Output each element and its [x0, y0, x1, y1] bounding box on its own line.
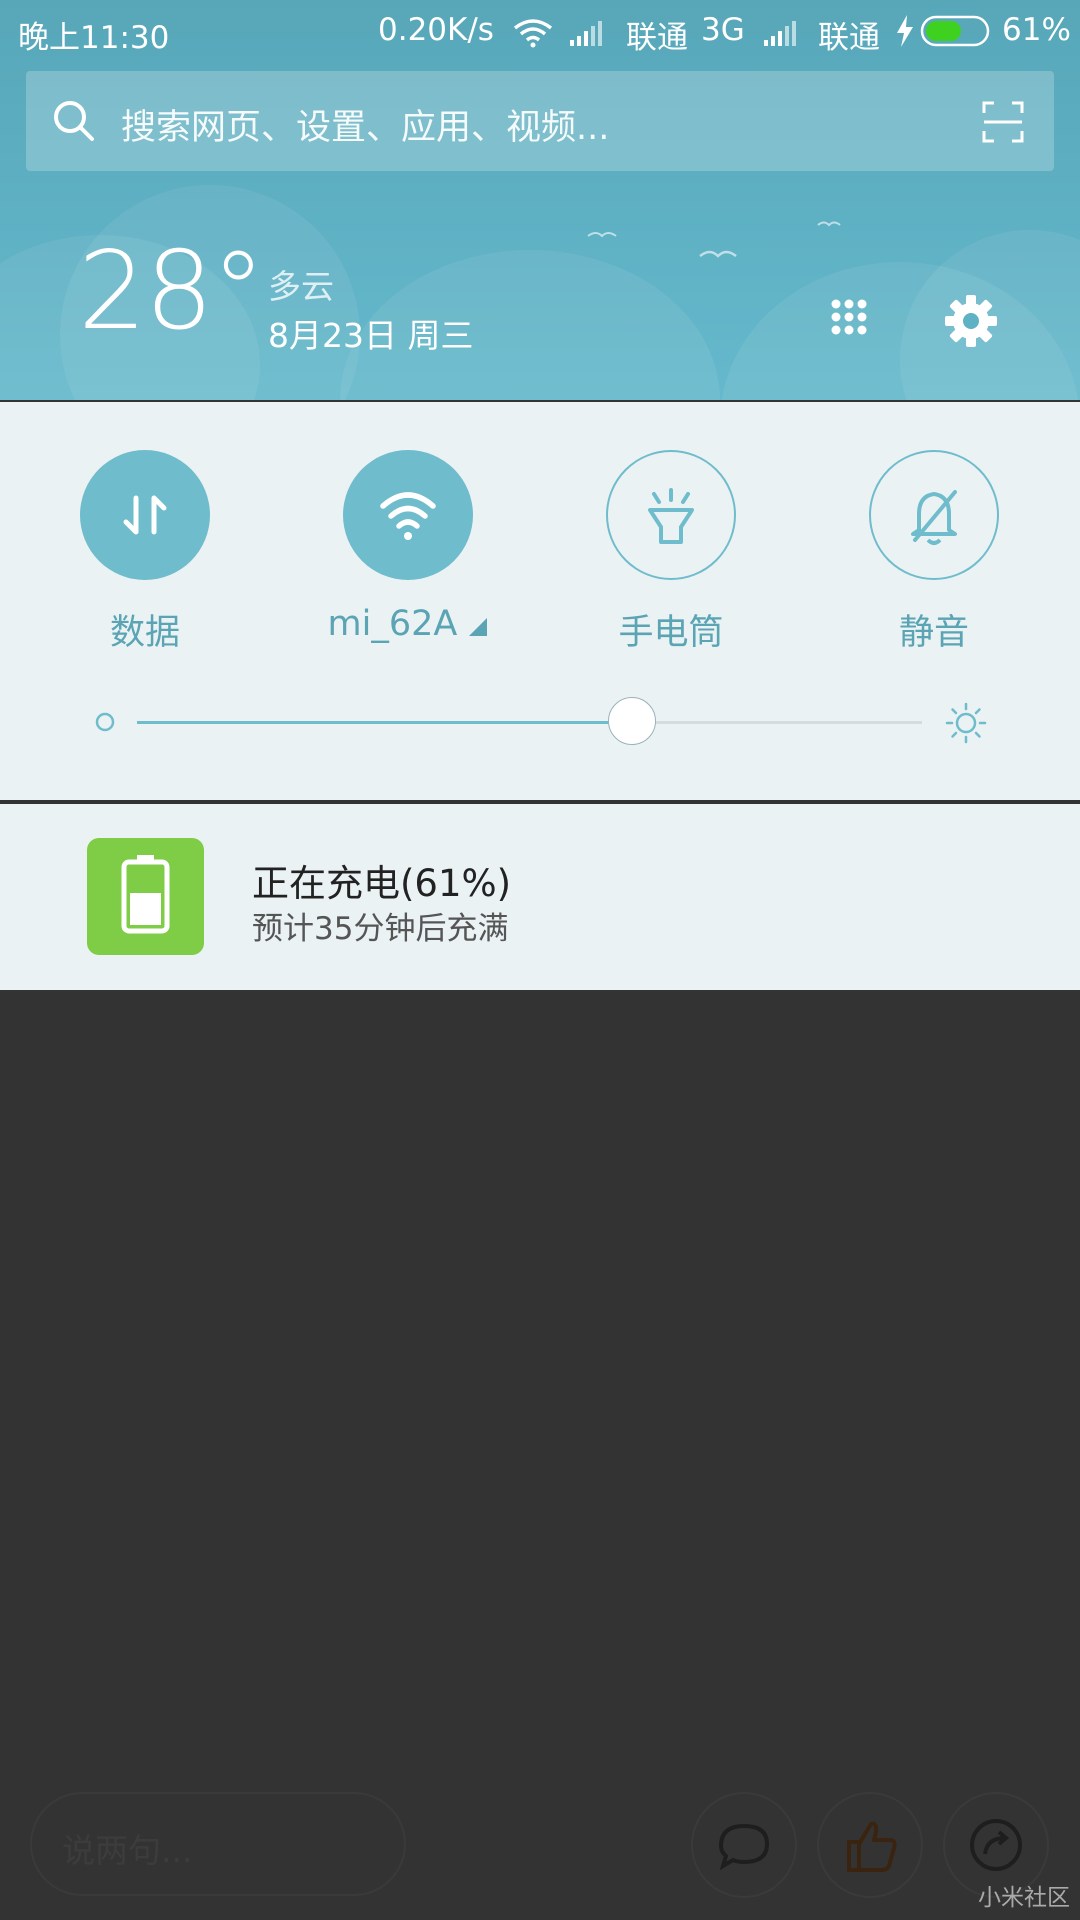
apps-grid-icon[interactable] [830, 298, 878, 346]
brightness-slider-thumb[interactable] [607, 697, 656, 745]
header-weather-area: 晚上11:30 0.20K/s 联通 3G 联通 61% 搜索网页、设置、应用、… [0, 0, 1080, 400]
weather-temperature[interactable]: 28° [78, 238, 265, 346]
wifi-network-name: mi_62A [327, 604, 458, 644]
status-carrier1-type: 3G [701, 12, 745, 48]
brightness-slider[interactable] [137, 721, 922, 724]
toggle-label-data: 数据 [109, 613, 180, 653]
comment-input[interactable]: 说两句... [30, 1792, 406, 1896]
watermark: 小米社区 [978, 1885, 1070, 1911]
search-bar[interactable]: 搜索网页、设置、应用、视频... [26, 71, 1054, 171]
speech-bubble-icon [718, 1823, 770, 1871]
brightness-slider-fill [137, 721, 632, 724]
like-button[interactable] [817, 1792, 923, 1898]
signal-icon [764, 21, 796, 46]
toggle-mute[interactable] [869, 450, 999, 580]
settings-gear-icon[interactable] [944, 294, 998, 348]
weather-condition: 多云 [268, 267, 334, 306]
wifi-signal-triangle-icon [469, 618, 488, 636]
search-placeholder: 搜索网页、设置、应用、视频... [121, 108, 610, 148]
comment-placeholder: 说两句... [62, 1831, 193, 1870]
toggle-label-mute: 静音 [898, 613, 969, 653]
wifi-status-icon [513, 19, 553, 48]
toggle-flashlight[interactable] [606, 450, 736, 580]
status-carrier1: 联通 [626, 20, 688, 56]
comment-button[interactable] [691, 1792, 797, 1898]
notification-subtitle: 预计35分钟后充满 [252, 911, 509, 947]
status-time: 晚上11:30 [18, 20, 170, 56]
brightness-high-icon [945, 702, 987, 744]
notification-title: 正在充电(61%) [252, 862, 512, 905]
status-bar: 晚上11:30 0.20K/s 联通 3G 联通 61% [0, 0, 1080, 62]
data-arrows-icon [123, 495, 167, 535]
toggle-wifi[interactable] [343, 450, 473, 580]
status-net-speed: 0.20K/s [378, 12, 494, 48]
status-carrier2: 联通 [818, 20, 880, 56]
charging-bolt-icon [897, 15, 913, 47]
toggle-label-flashlight: 手电筒 [618, 613, 724, 653]
battery-icon [920, 15, 990, 47]
signal-icon [570, 21, 602, 46]
toggle-data[interactable] [80, 450, 210, 580]
toggle-label-wifi: mi_62A [308, 604, 508, 644]
thumbs-up-icon [847, 1821, 897, 1872]
scan-icon[interactable] [982, 101, 1024, 143]
bell-mute-icon [911, 490, 957, 545]
weather-date: 8月23日 周三 [268, 316, 474, 355]
status-battery-percent: 61% [1002, 12, 1071, 48]
wifi-icon [380, 492, 436, 540]
search-icon [54, 101, 94, 141]
flashlight-icon [648, 488, 694, 544]
battery-charging-icon [87, 838, 204, 955]
brightness-low-icon [95, 712, 115, 732]
